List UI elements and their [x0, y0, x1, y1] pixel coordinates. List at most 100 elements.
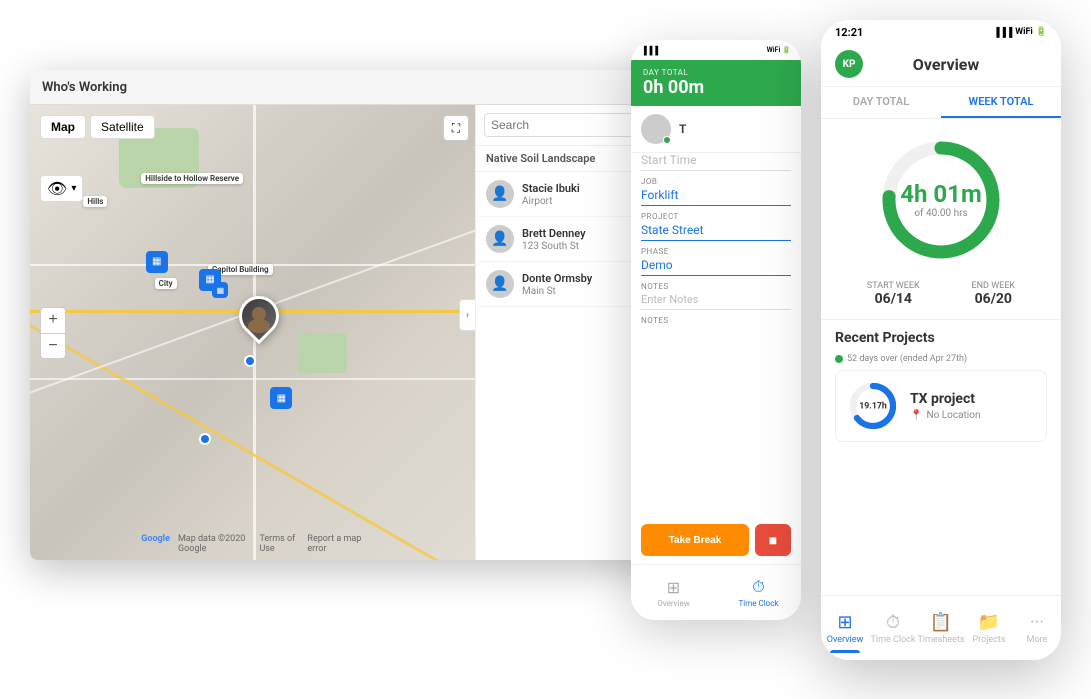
zoom-in-button[interactable]: +: [40, 307, 66, 333]
notes-field: NOTES Enter Notes: [641, 282, 791, 310]
eye-btn-arrow: ▾: [71, 183, 76, 194]
phone2-battery-icon: 🔋: [1036, 27, 1047, 37]
timeclock-header: DAY TOTAL 0h 00m: [631, 60, 801, 106]
project-card-location: 📍 No Location: [910, 410, 1034, 421]
notes-value[interactable]: Enter Notes: [641, 293, 791, 310]
phone2-nav-timesheets[interactable]: 📋 Timesheets: [917, 608, 965, 649]
project-field: PROJECT State Street: [641, 212, 791, 241]
phone2-nav-projects[interactable]: 📁 Projects: [965, 608, 1013, 649]
job-field: JOB Forklift: [641, 177, 791, 206]
timeclock-avatar: [641, 114, 671, 144]
phone-overview: 12:21 ▐▐▐ WiFi 🔋 KP Overview DAY TOTAL W…: [821, 20, 1061, 660]
phone2-timeclock-icon: ⏱: [886, 612, 900, 633]
week-start-value: 06/14: [867, 291, 920, 307]
zoom-out-button[interactable]: −: [40, 333, 66, 359]
page-title: Overview: [845, 55, 1047, 74]
phone2-more-label: More: [1027, 635, 1048, 645]
project-card-info: TX project 📍 No Location: [910, 391, 1034, 421]
phone2-status-right: ▐▐▐ WiFi 🔋: [993, 27, 1047, 38]
job-value[interactable]: Forklift: [641, 188, 791, 206]
overview-nav-icon: ⊞: [667, 578, 680, 597]
person-pin: [239, 296, 283, 350]
project-card[interactable]: 19.17h TX project 📍 No Location: [835, 370, 1047, 442]
phase-label: PHASE: [641, 247, 791, 256]
phone1-bottom-nav: ⊞ Overview ⏱ Time Clock: [631, 564, 801, 620]
phone2-projects-icon: 📁: [978, 612, 1000, 633]
week-start: Start Week 06/14: [867, 281, 920, 307]
recent-projects: Recent Projects 52 days over (ended Apr …: [821, 320, 1061, 595]
search-input[interactable]: [484, 113, 653, 137]
project-location-text: No Location: [926, 410, 980, 421]
map-eye-button[interactable]: 👁 ▾: [40, 175, 83, 202]
timeclock-form: Start Time JOB Forklift PROJECT State St…: [631, 153, 801, 516]
phone2-signal-icon: ▐▐▐: [993, 27, 1012, 38]
map-label-city: City: [155, 278, 177, 289]
phone2-tabs: DAY TOTAL WEEK TOTAL: [821, 87, 1061, 119]
week-end-label: End Week: [972, 281, 1016, 291]
phone1-content: DAY TOTAL 0h 00m T Start Time JOB Forkli…: [631, 60, 801, 564]
report-link[interactable]: Report a map error: [307, 534, 363, 554]
phone2-nav-overview[interactable]: ⊞ Overview: [821, 608, 869, 649]
notes2-label: NOTES: [641, 316, 791, 325]
phone2-nav-more[interactable]: ··· More: [1013, 608, 1061, 649]
tab-day-total[interactable]: DAY TOTAL: [821, 87, 941, 118]
google-logo: Google: [141, 534, 170, 554]
nav-overview[interactable]: ⊞ Overview: [631, 574, 716, 612]
terms-link[interactable]: Terms of Use: [259, 534, 299, 554]
nav-timeclock[interactable]: ⏱ Time Clock: [716, 573, 801, 612]
timeclock-nav-icon: ⏱: [752, 577, 764, 597]
donut-container: 4h 01m of 40.00 hrs: [821, 119, 1061, 273]
week-end-value: 06/20: [972, 291, 1016, 307]
phone2-overview-label: Overview: [827, 635, 863, 645]
phase-value[interactable]: Demo: [641, 258, 791, 276]
phone2-nav-timeclock[interactable]: ⏱ Time Clock: [869, 608, 917, 649]
timeclock-nav-label: Time Clock: [739, 599, 779, 608]
donut-subtitle: of 40.00 hrs: [900, 208, 982, 219]
timeclock-user-row: T: [631, 106, 801, 153]
phone2-projects-label: Projects: [973, 635, 1006, 645]
start-time-field: Start Time: [641, 153, 791, 171]
timeclock-actions: Take Break ■: [631, 516, 801, 564]
map-green-2: [297, 333, 347, 373]
phone2-header: KP Overview: [821, 44, 1061, 87]
recent-projects-title: Recent Projects: [835, 330, 1047, 346]
fullscreen-button[interactable]: ⛶: [443, 115, 469, 141]
scene: Who's Working ? Hillside to Hollow Reser…: [0, 0, 1091, 699]
wifi-icon: WiFi: [767, 46, 781, 54]
map-view-controls: Map Satellite: [40, 115, 155, 139]
project-card-name: TX project: [910, 391, 1034, 407]
phone2-timesheets-icon: 📋: [930, 612, 952, 633]
notes-label: NOTES: [641, 282, 791, 291]
window-titlebar: Who's Working ?: [30, 70, 670, 105]
map-label-hillside: Hillside to Hollow Reserve: [141, 173, 243, 184]
desktop-window: Who's Working ? Hillside to Hollow Reser…: [30, 70, 670, 560]
satellite-tab-button[interactable]: Satellite: [90, 115, 155, 139]
map-data-text: Map data ©2020 Google: [178, 534, 252, 554]
start-time-value[interactable]: Start Time: [641, 153, 791, 171]
project-value[interactable]: State Street: [641, 223, 791, 241]
map-tab-button[interactable]: Map: [40, 115, 86, 139]
map-zoom-controls: + −: [40, 307, 66, 359]
dot-pin-2: [199, 433, 211, 445]
phone2-timeclock-label: Time Clock: [871, 635, 916, 645]
day-total-label: DAY TOTAL: [643, 68, 789, 77]
window-body: Hillside to Hollow Reserve City Capitol …: [30, 105, 670, 560]
dot-pin-1: [244, 355, 256, 367]
map-area[interactable]: Hillside to Hollow Reserve City Capitol …: [30, 105, 475, 560]
tab-week-total[interactable]: WEEK TOTAL: [941, 87, 1061, 118]
timeclock-tab-label: T: [679, 122, 686, 136]
badge-text: 52 days over (ended Apr 27th): [847, 354, 967, 364]
pin-building-4: ▦: [270, 387, 292, 409]
take-break-button[interactable]: Take Break: [641, 524, 749, 556]
week-end: End Week 06/20: [972, 281, 1016, 307]
map-attribution: Google Map data ©2020 Google Terms of Us…: [141, 534, 364, 554]
sidebar-collapse-button[interactable]: ›: [459, 299, 475, 331]
eye-icon: 👁: [47, 179, 67, 198]
phase-field: PHASE Demo: [641, 247, 791, 276]
stop-button[interactable]: ■: [755, 524, 791, 556]
overview-nav-label: Overview: [657, 599, 689, 608]
battery-icon: 🔋: [782, 46, 791, 54]
user-avatar-0: 👤: [486, 180, 514, 208]
job-label: JOB: [641, 177, 791, 186]
phone2-status-bar: 12:21 ▐▐▐ WiFi 🔋: [821, 20, 1061, 44]
